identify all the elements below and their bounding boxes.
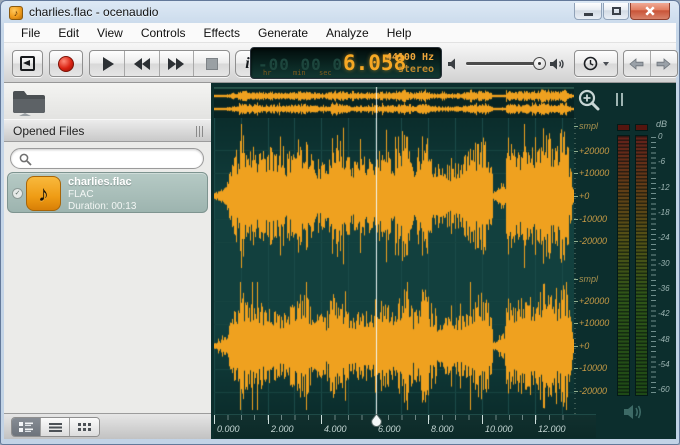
- clip-indicator-left: [617, 124, 630, 131]
- playhead-marker[interactable]: [370, 414, 383, 428]
- unit-min: min: [293, 69, 306, 77]
- scale-unit-ch1: smpl: [579, 122, 598, 131]
- play-button[interactable]: [90, 51, 125, 76]
- unit-sec: sec: [319, 69, 332, 77]
- audio-file-icon: ♪: [26, 176, 61, 211]
- undo-back-button[interactable]: [624, 51, 651, 76]
- file-duration: Duration: 00:13: [68, 201, 136, 212]
- zoom-in-icon[interactable]: [577, 88, 602, 113]
- volume-slider-knob[interactable]: [533, 57, 546, 70]
- clip-indicator-right: [635, 124, 648, 131]
- time-display: -00 00 0 6.058 hr min sec 44100 Hz stere…: [250, 47, 442, 79]
- unit-hr: hr: [263, 69, 271, 77]
- panel-grip-icon[interactable]: [196, 126, 205, 137]
- redo-forward-button[interactable]: [651, 51, 677, 76]
- stop-button[interactable]: [194, 51, 229, 76]
- menu-controls[interactable]: Controls: [132, 24, 195, 42]
- amplitude-scale: smpl +20000 +10000 +0 -10000 -20000 smpl…: [574, 118, 611, 414]
- grid-view-button[interactable]: [70, 418, 99, 436]
- minimize-icon: [584, 13, 593, 16]
- sidebar-bottom-bar: [4, 413, 211, 439]
- window-title: charlies.flac - ocenaudio: [29, 5, 158, 19]
- history-nav: [623, 50, 678, 77]
- transport-controls: [89, 50, 230, 77]
- menu-generate[interactable]: Generate: [249, 24, 317, 42]
- main-content: Opened Files ✓ ♪ charlies.flac FLAC Dura…: [4, 83, 676, 439]
- sample-rate: 44100 Hz: [386, 52, 434, 63]
- time-ruler[interactable]: 0.000 2.000 4.000 6.000 8.000 10.000 12.…: [214, 414, 596, 438]
- menu-effects[interactable]: Effects: [195, 24, 249, 42]
- sidebar: Opened Files ✓ ♪ charlies.flac FLAC Dura…: [4, 83, 211, 439]
- chevron-down-icon: [603, 62, 609, 66]
- level-meter-right: [635, 135, 648, 396]
- clock-icon: [583, 56, 598, 71]
- fast-forward-button[interactable]: [160, 51, 195, 76]
- back-arrow-icon: [629, 58, 644, 70]
- grid-view-icon: [78, 423, 91, 432]
- record-icon: [58, 56, 74, 72]
- app-window: ♪ charlies.flac - ocenaudio File Edit Vi…: [0, 0, 680, 445]
- meter-unit: dB: [656, 119, 667, 129]
- menu-bar: File Edit View Controls Effects Generate…: [4, 23, 676, 43]
- search-icon: [19, 153, 32, 166]
- detail-view-icon: [19, 422, 33, 433]
- volume-control: [445, 50, 571, 77]
- title-bar[interactable]: ♪ charlies.flac - ocenaudio: [5, 3, 675, 23]
- view-mode-buttons: [11, 417, 100, 437]
- rewind-icon: [134, 58, 142, 70]
- window-controls: [573, 3, 670, 20]
- list-view-icon: [49, 423, 62, 432]
- volume-high-icon: [549, 57, 567, 71]
- file-format: FLAC: [68, 189, 94, 200]
- menu-edit[interactable]: Edit: [49, 24, 88, 42]
- level-meter-panel: dB 0 -6 -12 -18 -24 -30 -36 -42 -48 -54 …: [611, 83, 676, 439]
- toggle-panel-button[interactable]: [12, 50, 43, 77]
- detail-view-button[interactable]: [12, 418, 41, 436]
- panel-header[interactable]: Opened Files: [4, 119, 211, 142]
- waveform-editor: smpl +20000 +10000 +0 -10000 -20000 smpl…: [211, 83, 676, 439]
- channel-mode: stereo: [398, 64, 434, 75]
- maximize-icon: [612, 7, 621, 15]
- play-timer-button[interactable]: [574, 50, 618, 77]
- menu-analyze[interactable]: Analyze: [317, 24, 378, 42]
- meter-grip-icon[interactable]: [616, 93, 623, 106]
- minimize-button[interactable]: [574, 3, 602, 20]
- meter-tick-scale: [651, 137, 656, 394]
- search-input[interactable]: [37, 150, 197, 167]
- list-view-button[interactable]: [41, 418, 70, 436]
- opened-files-panel: ✓ ♪ charlies.flac FLAC Duration: 00:13: [4, 142, 211, 413]
- fast-forward-icon: [168, 58, 176, 70]
- file-check-icon[interactable]: ✓: [12, 188, 23, 199]
- scale-unit-ch2: smpl: [579, 275, 598, 284]
- panel-title: Opened Files: [13, 124, 84, 138]
- panel-toggle-icon: [20, 56, 35, 71]
- forward-arrow-icon: [656, 58, 671, 70]
- record-button[interactable]: [49, 50, 83, 77]
- close-button[interactable]: [630, 3, 670, 20]
- waveform-canvas[interactable]: [214, 118, 574, 414]
- menu-help[interactable]: Help: [378, 24, 421, 42]
- rewind-button[interactable]: [125, 51, 160, 76]
- toolbar: i -00 00 0 6.058 hr min sec 44100 Hz ste…: [4, 43, 676, 83]
- maximize-button[interactable]: [603, 3, 629, 20]
- opened-files-folder-icon[interactable]: [11, 87, 47, 116]
- search-box: [10, 148, 204, 169]
- file-list-item[interactable]: ✓ ♪ charlies.flac FLAC Duration: 00:13: [7, 172, 208, 213]
- close-icon: [645, 6, 655, 16]
- sidebar-tab-bar: [4, 83, 211, 119]
- overview-waveform[interactable]: [214, 87, 574, 118]
- monitor-speaker-icon[interactable]: [622, 403, 646, 421]
- menu-view[interactable]: View: [88, 24, 132, 42]
- volume-low-icon: [447, 57, 461, 71]
- menu-file[interactable]: File: [12, 24, 49, 42]
- app-icon: ♪: [9, 6, 23, 20]
- play-icon: [103, 57, 114, 71]
- stop-icon: [206, 58, 218, 70]
- file-name: charlies.flac: [68, 176, 132, 188]
- level-meter-left: [617, 135, 630, 396]
